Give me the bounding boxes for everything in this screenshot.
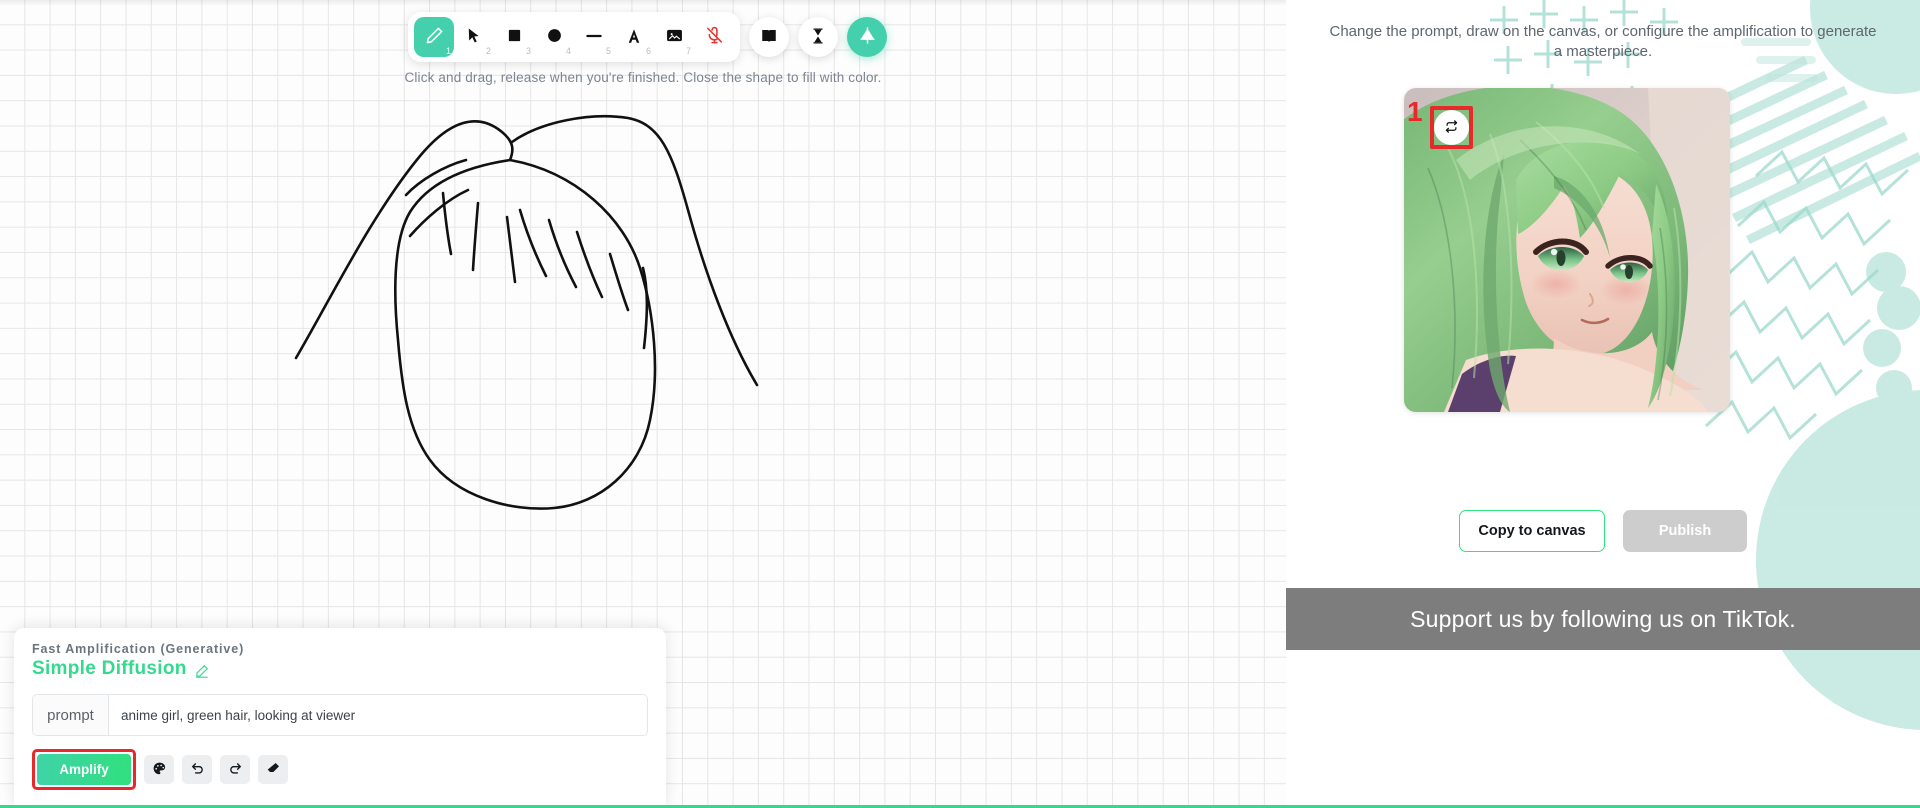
panel-title-row: Simple Diffusion bbox=[32, 658, 648, 680]
tiktok-banner[interactable]: Support us by following us on TikTok. bbox=[1286, 588, 1920, 650]
select-tool-shortcut: 2 bbox=[485, 46, 491, 56]
panel-actions: Amplify bbox=[32, 749, 648, 790]
timer-button[interactable] bbox=[798, 17, 838, 57]
undo-button[interactable] bbox=[182, 755, 212, 784]
rectangle-tool[interactable]: 3 bbox=[494, 17, 534, 57]
select-tool[interactable]: 2 bbox=[454, 17, 494, 57]
panel-subtitle: Fast Amplification (Generative) bbox=[32, 642, 245, 656]
ellipse-tool[interactable]: 4 bbox=[534, 17, 574, 57]
canvas-hint: Click and drag, release when you're fini… bbox=[404, 70, 882, 85]
ellipse-tool-shortcut: 4 bbox=[565, 46, 571, 56]
canvas-top-shadow bbox=[0, 0, 1286, 6]
image-tool[interactable]: 7 bbox=[654, 17, 694, 57]
erase-button[interactable] bbox=[258, 755, 288, 784]
result-headline: Change the prompt, draw on the canvas, o… bbox=[1329, 23, 1877, 61]
amplify-button[interactable]: Amplify bbox=[37, 754, 131, 785]
amplify-highlight: Amplify bbox=[32, 749, 136, 790]
pencil-edit-icon[interactable] bbox=[195, 662, 209, 678]
tool-group-primary: 1 2 3 4 5 6 7 bbox=[408, 12, 740, 62]
palette-icon bbox=[152, 761, 167, 779]
tool-toolbar: 1 2 3 4 5 6 7 bbox=[408, 12, 887, 62]
amplification-panel: Fast Amplification (Generative) Simple D… bbox=[14, 628, 666, 808]
pencil-tool[interactable]: 1 bbox=[414, 17, 454, 57]
line-tool[interactable]: 5 bbox=[574, 17, 614, 57]
result-actions: Copy to canvas Publish bbox=[1286, 510, 1920, 552]
prompt-input[interactable] bbox=[109, 695, 647, 735]
publish-button[interactable]: Publish bbox=[1623, 510, 1747, 552]
mic-tool[interactable] bbox=[694, 17, 734, 57]
square-icon bbox=[507, 28, 522, 46]
lamp-icon bbox=[858, 26, 877, 48]
line-icon bbox=[584, 26, 604, 49]
eraser-icon bbox=[266, 761, 281, 779]
book-icon bbox=[760, 27, 778, 48]
pencil-tool-shortcut: 1 bbox=[445, 46, 451, 56]
hourglass-icon bbox=[809, 27, 827, 48]
image-icon bbox=[666, 27, 683, 47]
text-tool[interactable]: 6 bbox=[614, 17, 654, 57]
undo-icon bbox=[190, 761, 205, 779]
redo-icon bbox=[228, 761, 243, 779]
idea-button[interactable] bbox=[847, 17, 887, 57]
panel-title: Simple Diffusion bbox=[32, 658, 187, 679]
regenerate-button[interactable] bbox=[1434, 110, 1469, 145]
prompt-label: prompt bbox=[33, 695, 109, 735]
circle-icon bbox=[546, 27, 563, 47]
refresh-icon bbox=[1444, 119, 1459, 137]
image-tool-shortcut: 7 bbox=[685, 46, 691, 56]
annotation-marker-1: 1 bbox=[1407, 96, 1423, 127]
pencil-icon bbox=[425, 26, 444, 48]
text-a-icon bbox=[625, 27, 643, 48]
mic-muted-icon bbox=[705, 26, 724, 48]
text-tool-shortcut: 6 bbox=[645, 46, 651, 56]
regenerate-highlight bbox=[1430, 106, 1473, 149]
redo-button[interactable] bbox=[220, 755, 250, 784]
rectangle-tool-shortcut: 3 bbox=[525, 46, 531, 56]
result-pane: Change the prompt, draw on the canvas, o… bbox=[1286, 0, 1920, 808]
line-tool-shortcut: 5 bbox=[605, 46, 611, 56]
app-root: Click and drag, release when you're fini… bbox=[0, 0, 1920, 808]
palette-button[interactable] bbox=[144, 755, 174, 784]
library-button[interactable] bbox=[749, 17, 789, 57]
copy-to-canvas-button[interactable]: Copy to canvas bbox=[1459, 510, 1605, 552]
cursor-icon bbox=[465, 27, 483, 48]
prompt-row: prompt bbox=[32, 694, 648, 736]
